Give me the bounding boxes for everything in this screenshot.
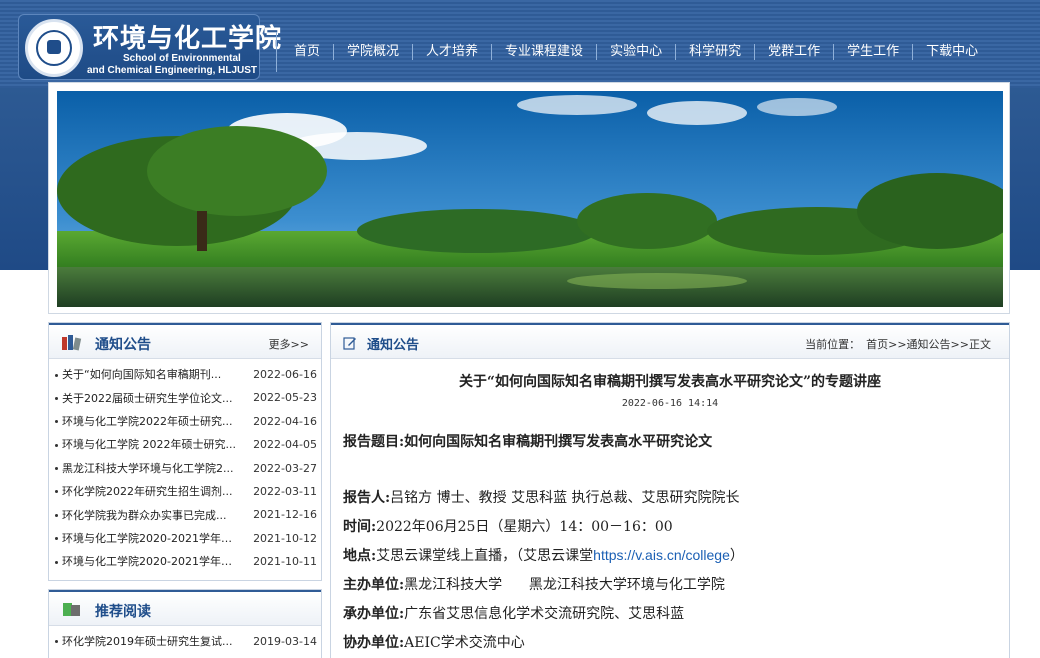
notice-panel-title: 通知公告 xyxy=(95,337,151,353)
speaker-label: 报告人: xyxy=(343,490,391,506)
nav-item-education[interactable]: 人才培养 xyxy=(413,44,493,60)
books-icon xyxy=(62,335,82,351)
site-logo[interactable]: 环境与化工学院 School of Environmental and Chem… xyxy=(18,14,281,80)
bullet-icon xyxy=(55,513,58,517)
edit-icon xyxy=(343,337,356,350)
school-name-en-line1: School of Environmental xyxy=(123,53,241,64)
main-content: 通知公告 当前位置： 首页>>通知公告>>正文 关于“如何向国际知名审稿期刊撰写发… xyxy=(330,322,1010,658)
host-value: 黑龙江科技大学 黑龙江科技大学环境与化工学院 xyxy=(404,577,725,593)
book-stack-icon xyxy=(63,602,80,616)
organizer-value: 广东省艾思信息化学术交流研究院、艾思科蓝 xyxy=(404,606,685,622)
recommend-panel-header: 推荐阅读 xyxy=(49,589,321,626)
breadcrumb-path[interactable]: 首页>>通知公告>>正文 xyxy=(866,338,991,351)
banner-image xyxy=(57,91,1003,307)
bullet-icon xyxy=(55,396,58,400)
time-value: 2022年06月25日（星期六）14：00－16：00 xyxy=(376,519,673,535)
place-label: 地点: xyxy=(343,548,377,564)
article-date: 2022-06-16 14:14 xyxy=(621,398,719,409)
organizer-label: 承办单位: xyxy=(343,606,405,622)
notice-list: 关于“如何向国际知名审稿期刊... 2022-06-16 关于2022届硕士研究生… xyxy=(49,359,321,580)
list-item[interactable]: 环境与化工学院2020-2021学年国... 2021-10-11 xyxy=(49,550,321,573)
breadcrumb: 当前位置： 首页>>通知公告>>正文 xyxy=(805,336,997,352)
list-item[interactable]: 黑龙江科技大学环境与化工学院2... 2022-03-27 xyxy=(49,457,321,480)
article-title: 关于“如何向国际知名审稿期刊撰写发表高水平研究论文”的专题讲座 xyxy=(458,374,882,390)
section-title: 通知公告 xyxy=(367,338,420,353)
nav-item-students[interactable]: 学生工作 xyxy=(834,44,914,60)
place-value: 艾思云课堂线上直播，（艾思云课堂 xyxy=(376,548,594,564)
breadcrumb-label: 当前位置： xyxy=(805,338,861,351)
university-seal-icon xyxy=(25,19,83,77)
list-item[interactable]: 环境与化工学院2022年硕士研究... 2022-04-16 xyxy=(49,410,321,433)
bullet-icon xyxy=(55,640,58,644)
bullet-icon xyxy=(55,443,58,447)
main-nav: 首页 学院概况 人才培养 专业课程建设 实验中心 科学研究 党群工作 学生工作 … xyxy=(276,32,991,72)
list-item[interactable]: 环化学院我为群众办实事已完成... 2021-12-16 xyxy=(49,503,321,526)
recommend-list: 环化学院2019年硕士研究生复试... 2019-03-14 xyxy=(49,626,321,658)
place-line: 地点:艾思云课堂线上直播，（艾思云课堂https://v.ais.cn/coll… xyxy=(343,545,744,565)
topic-value: 如何向国际知名审稿期刊撰写发表高水平研究论文 xyxy=(404,434,713,450)
bullet-icon xyxy=(55,373,58,377)
list-item[interactable]: 环化学院2019年硕士研究生复试... 2019-03-14 xyxy=(49,630,321,653)
topic-label: 报告题目: xyxy=(343,434,405,450)
speaker-line: 报告人:吕铭方 博士、教授 艾思科蓝 执行总裁、艾思研究院院长 xyxy=(343,487,740,507)
host-label: 主办单位: xyxy=(343,577,405,593)
nav-item-overview[interactable]: 学院概况 xyxy=(334,44,414,60)
recommend-panel: 推荐阅读 环化学院2019年硕士研究生复试... 2019-03-14 xyxy=(48,588,322,658)
co-organizer-line: 协办单位:AEIC学术交流中心 xyxy=(343,632,525,652)
place-end: ） xyxy=(729,548,744,564)
topic-line: 报告题目:如何向国际知名审稿期刊撰写发表高水平研究论文 xyxy=(343,431,712,451)
school-name-cn: 环境与化工学院 xyxy=(93,23,283,53)
list-item[interactable]: 环化学院2022年研究生招生调剂... 2022-03-11 xyxy=(49,480,321,503)
bullet-icon xyxy=(55,420,58,424)
bullet-icon xyxy=(55,467,58,471)
time-line: 时间:2022年06月25日（星期六）14：00－16：00 xyxy=(343,516,673,536)
nav-item-party[interactable]: 党群工作 xyxy=(755,44,835,60)
nav-item-lab[interactable]: 实验中心 xyxy=(597,44,677,60)
co-organizer-label: 协办单位: xyxy=(343,635,405,651)
bullet-icon xyxy=(55,560,58,564)
more-link[interactable]: 更多>> xyxy=(269,336,309,352)
time-label: 时间: xyxy=(343,519,377,535)
speaker-value: 吕铭方 博士、教授 艾思科蓝 执行总裁、艾思研究院院长 xyxy=(390,490,740,506)
organizer-line: 承办单位:广东省艾思信息化学术交流研究院、艾思科蓝 xyxy=(343,603,684,623)
co-organizer-value: AEIC学术交流中心 xyxy=(404,635,525,651)
main-header: 通知公告 当前位置： 首页>>通知公告>>正文 xyxy=(331,323,1009,359)
school-name-en-line2: and Chemical Engineering, HLJUST xyxy=(87,65,258,76)
host-line: 主办单位:黑龙江科技大学 黑龙江科技大学环境与化工学院 xyxy=(343,574,725,594)
nav-item-courses[interactable]: 专业课程建设 xyxy=(492,44,598,60)
notice-panel-header: 通知公告 更多>> xyxy=(49,323,321,359)
site-header: 环境与化工学院 School of Environmental and Chem… xyxy=(0,0,1040,88)
banner-frame xyxy=(48,82,1010,314)
live-link[interactable]: https://v.ais.cn/college xyxy=(593,547,730,563)
recommend-panel-title: 推荐阅读 xyxy=(95,603,151,620)
list-item[interactable]: 环境与化工学院2020-2021学年国... 2021-10-12 xyxy=(49,527,321,550)
nav-item-home[interactable]: 首页 xyxy=(281,44,335,60)
list-item[interactable]: 环境与化工学院 2022年硕士研究... 2022-04-05 xyxy=(49,433,321,456)
left-sidebar: 通知公告 更多>> 关于“如何向国际知名审稿期刊... 2022-06-16 关于… xyxy=(48,322,322,658)
nav-item-research[interactable]: 科学研究 xyxy=(676,44,756,60)
bullet-icon xyxy=(55,537,58,541)
list-item[interactable]: 关于“如何向国际知名审稿期刊... 2022-06-16 xyxy=(49,363,321,386)
notice-panel: 通知公告 更多>> 关于“如何向国际知名审稿期刊... 2022-06-16 关于… xyxy=(48,322,322,581)
nav-item-downloads[interactable]: 下载中心 xyxy=(913,44,991,60)
list-item[interactable]: 关于2022届硕士研究生学位论文... 2022-05-23 xyxy=(49,386,321,409)
bullet-icon xyxy=(55,490,58,494)
